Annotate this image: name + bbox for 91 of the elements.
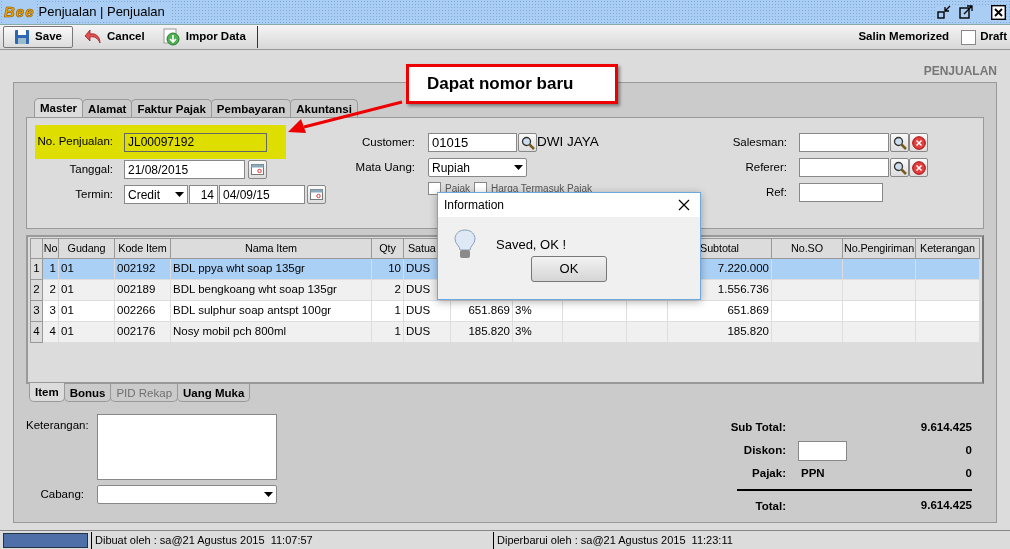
discount-field[interactable] <box>798 440 847 461</box>
lightbulb-icon <box>454 229 476 261</box>
draft-checkbox[interactable]: Draft <box>961 28 1007 46</box>
row-header: 4 <box>30 321 43 343</box>
search-icon <box>892 135 907 150</box>
tab[interactable]: Uang Muka <box>177 384 251 402</box>
total-label: Total: <box>754 499 786 514</box>
clear-icon <box>911 160 926 175</box>
column-header[interactable]: Kode Item <box>114 238 171 259</box>
table-row[interactable]: 4 4 01 002176 Nosy mobil pch 800ml 1 DUS 185.820 3% 185.820 <box>30 321 980 343</box>
column-header[interactable]: No.SO <box>771 238 843 259</box>
save-button[interactable]: Save <box>3 26 73 48</box>
total-label: Pajak: <box>751 466 786 481</box>
search-button[interactable] <box>518 133 537 152</box>
checkbox[interactable]: Pajak <box>428 180 470 196</box>
dropdown[interactable]: Credit <box>124 185 188 204</box>
column-header[interactable]: Gudang <box>58 238 115 259</box>
row-header: 2 <box>30 279 43 301</box>
cancel-button[interactable]: Cancel <box>77 26 152 48</box>
input-field[interactable] <box>799 158 889 177</box>
import-button[interactable]: Impor Data <box>155 26 253 48</box>
field-label: Ref: <box>764 184 787 200</box>
clear-button[interactable] <box>909 133 928 152</box>
download-icon <box>162 28 181 46</box>
clear-icon <box>911 135 926 150</box>
dialog-title: Information <box>444 197 505 214</box>
row-header: 1 <box>30 258 43 280</box>
app-logo: Bee <box>4 0 35 24</box>
search-icon <box>520 135 535 150</box>
caret-icon <box>514 165 523 170</box>
column-header[interactable]: No.Pengiriman <box>842 238 916 259</box>
tab[interactable]: Pembayaran <box>210 99 292 117</box>
status-text: Dibuat oleh : sa@21 Agustus 2015 11:07:57 <box>91 531 493 549</box>
tab[interactable]: Item <box>29 383 65 402</box>
row-header: 3 <box>30 300 43 322</box>
restore-icon[interactable] <box>937 5 951 19</box>
field-label: Cabang: <box>39 486 84 502</box>
dropdown[interactable] <box>97 485 277 504</box>
tab[interactable]: Akuntansi <box>290 99 358 117</box>
total-label: Sub Total: <box>729 420 786 435</box>
close-icon[interactable] <box>991 4 1006 20</box>
total-value: 9.614.425 <box>919 419 972 435</box>
field-label: Keterangan: <box>26 418 90 433</box>
total-value: 0 <box>964 442 972 458</box>
calendar-button[interactable] <box>248 160 267 179</box>
total-value: 0 <box>964 465 972 481</box>
field-label: Referer: <box>744 159 787 175</box>
search-button[interactable] <box>890 158 909 177</box>
calendar-icon <box>251 164 264 175</box>
input-field[interactable] <box>799 133 889 152</box>
date-field[interactable]: 21/08/2015 <box>124 160 245 179</box>
tax-name: PPN <box>800 466 825 479</box>
total-label: Diskon: <box>742 443 786 458</box>
undo-arrow-icon <box>84 29 102 45</box>
table-row[interactable]: 3 3 01 002266 BDL sulphur soap antspt 100gr 1 DUS 651.869 3% 651.869 <box>30 300 980 322</box>
total-value: 9.614.425 <box>919 498 972 514</box>
customer-name: DWI JAYA <box>537 133 599 152</box>
input-field[interactable]: JL00097192 <box>124 132 267 152</box>
column-header[interactable]: Qty <box>371 238 404 259</box>
ok-button[interactable]: OK <box>531 256 607 282</box>
text-area[interactable] <box>97 414 277 480</box>
field-label: No. Penjualan: <box>36 134 113 150</box>
dropdown[interactable]: Rupiah <box>428 158 527 177</box>
field-label: Salesman: <box>731 134 787 150</box>
column-header[interactable]: Keterangan <box>915 238 980 259</box>
calendar-button[interactable] <box>307 185 326 204</box>
search-icon <box>892 160 907 175</box>
field-label: Tanggal: <box>68 161 113 177</box>
caret-icon <box>264 492 273 497</box>
tab[interactable]: Faktur Pajak <box>131 99 212 117</box>
field-label: Termin: <box>74 186 113 202</box>
status-text: Diperbarui oleh : sa@21 Agustus 2015 11:23:11 <box>493 531 1003 549</box>
column-header[interactable]: Nama Item <box>170 238 372 259</box>
caret-icon <box>175 192 184 197</box>
input-field[interactable]: 01015 <box>428 133 517 152</box>
window-title: Penjualan | Penjualan <box>38 2 171 22</box>
field-label: Customer: <box>360 134 415 150</box>
toolbar-label: Salin Memorized <box>858 29 950 45</box>
dialog-message: Saved, OK ! <box>496 236 567 254</box>
calendar-icon <box>310 189 323 200</box>
clear-button[interactable] <box>909 158 928 177</box>
tab[interactable]: Master <box>34 98 84 117</box>
close-icon[interactable] <box>678 199 690 211</box>
search-button[interactable] <box>890 133 909 152</box>
date-field[interactable]: 04/09/15 <box>219 185 305 204</box>
maximize-icon[interactable] <box>959 5 973 19</box>
field-label: Mata Uang: <box>354 159 415 175</box>
input-field[interactable] <box>799 183 883 202</box>
callout-box: Dapat nomor baru <box>406 64 618 104</box>
page-title: PENJUALAN <box>922 63 997 80</box>
input-field[interactable]: 14 <box>189 185 218 204</box>
